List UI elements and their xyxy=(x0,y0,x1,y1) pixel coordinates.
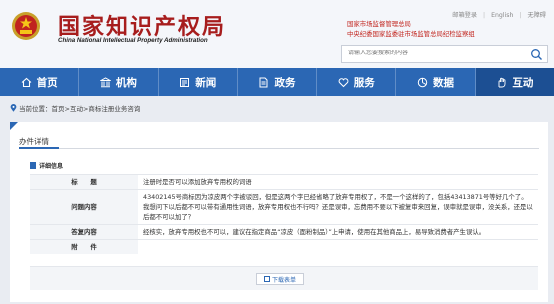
table-row: 答复内容 经核实，放弃专用权也不可以，建议在指定商品“凉皮（面粉制品）”上申请，… xyxy=(30,224,538,240)
site-subtitle: China National Intellectual Property Adm… xyxy=(58,37,208,44)
nav-item-home[interactable]: 首页 xyxy=(0,68,80,96)
section-title: 详细信息 xyxy=(39,162,64,170)
nav-label: 数据 xyxy=(433,76,455,89)
table-row: 标 题 注册时是否可以添加放弃专用权的词语 xyxy=(30,174,538,190)
site-header: 国家知识产权局 China National Intellectual Prop… xyxy=(0,0,554,68)
reply-label: 答复内容 xyxy=(30,224,138,240)
heart-icon xyxy=(338,77,349,87)
top-links: 邮箱登录 | English | 无障碍 xyxy=(448,10,546,19)
active-tab-indicator xyxy=(19,147,59,149)
search-icon[interactable] xyxy=(530,48,543,61)
download-label: 下载表单 xyxy=(271,276,296,284)
divider: | xyxy=(519,12,522,19)
discipline-inspection-link[interactable]: 中央纪委国家监委驻市场监管总局纪检监察组 xyxy=(347,29,475,39)
nav-label: 政务 xyxy=(274,76,296,89)
breadcrumb: 当前位置： 首页>互动>商标注册业务咨询 xyxy=(10,103,140,113)
location-pin-icon xyxy=(10,104,17,112)
document-icon xyxy=(259,77,268,87)
detail-panel: 办件详情 详细信息 标 题 注册时是否可以添加放弃专用权的词语 问题内容 434… xyxy=(10,122,548,302)
question-value: 43402145号商标因为凉皮两个字被驳回，但是这两个字已经省略了放弃专用权了，… xyxy=(138,189,538,225)
institution-icon xyxy=(99,76,111,87)
nav-item-institution[interactable]: 机构 xyxy=(79,68,159,96)
reply-value: 经核实，放弃专用权也不可以，建议在指定商品“凉皮（面粉制品）”上申请，使用在其他… xyxy=(138,224,538,240)
question-label: 问题内容 xyxy=(30,189,138,225)
corner-marker xyxy=(10,122,18,130)
table-row: 问题内容 43402145号商标因为凉皮两个字被驳回，但是这两个字已经省略了放弃… xyxy=(30,189,538,225)
nav-label: 服务 xyxy=(353,76,375,89)
detail-table: 标 题 注册时是否可以添加放弃专用权的词语 问题内容 43402145号商标因为… xyxy=(30,174,538,254)
agency-links: 国家市场监督管理总局 中央纪委国家监委驻市场监管总局纪检监察组 xyxy=(347,19,475,39)
download-icon xyxy=(263,276,270,282)
nav-label: 新闻 xyxy=(195,76,217,89)
hand-icon xyxy=(498,77,506,87)
divider xyxy=(19,148,539,149)
attachment-value xyxy=(138,239,538,254)
nav-item-news[interactable]: 新闻 xyxy=(159,68,238,96)
title-label: 标 题 xyxy=(30,174,138,190)
nav-item-government-affairs[interactable]: 政务 xyxy=(238,68,318,96)
search-input[interactable] xyxy=(348,50,518,56)
breadcrumb-prefix: 当前位置： xyxy=(19,105,52,113)
divider: | xyxy=(483,12,486,19)
home-icon xyxy=(21,77,32,87)
samr-link[interactable]: 国家市场监督管理总局 xyxy=(347,19,475,29)
news-icon xyxy=(180,77,190,87)
national-emblem-icon xyxy=(12,12,40,40)
mail-login-link[interactable]: 邮箱登录 xyxy=(452,12,477,19)
attachment-label: 附 件 xyxy=(30,239,138,254)
main-nav: 首页 机构 新闻 政务 服务 数据 互动 xyxy=(0,68,554,96)
nav-item-interaction[interactable]: 互动 xyxy=(475,68,554,96)
search-box xyxy=(341,45,548,63)
document-icon xyxy=(30,161,36,169)
table-row: 附 件 xyxy=(30,239,538,254)
nav-label: 机构 xyxy=(115,76,137,89)
breadcrumb-path[interactable]: 首页>互动>商标注册业务咨询 xyxy=(52,103,141,113)
download-bar: 下载表单 xyxy=(30,266,538,290)
download-form-button[interactable]: 下载表单 xyxy=(256,273,304,285)
accessibility-link[interactable]: 无障碍 xyxy=(527,12,546,19)
nav-item-data[interactable]: 数据 xyxy=(396,68,476,96)
tab-case-details[interactable]: 办件详情 xyxy=(19,136,49,147)
english-link[interactable]: English xyxy=(491,12,513,19)
section-header: 详细信息 xyxy=(30,159,538,171)
title-value: 注册时是否可以添加放弃专用权的词语 xyxy=(138,174,538,190)
nav-label: 首页 xyxy=(36,76,58,89)
nav-label: 互动 xyxy=(512,76,534,89)
chart-icon xyxy=(417,77,428,87)
nav-item-services[interactable]: 服务 xyxy=(317,68,397,96)
